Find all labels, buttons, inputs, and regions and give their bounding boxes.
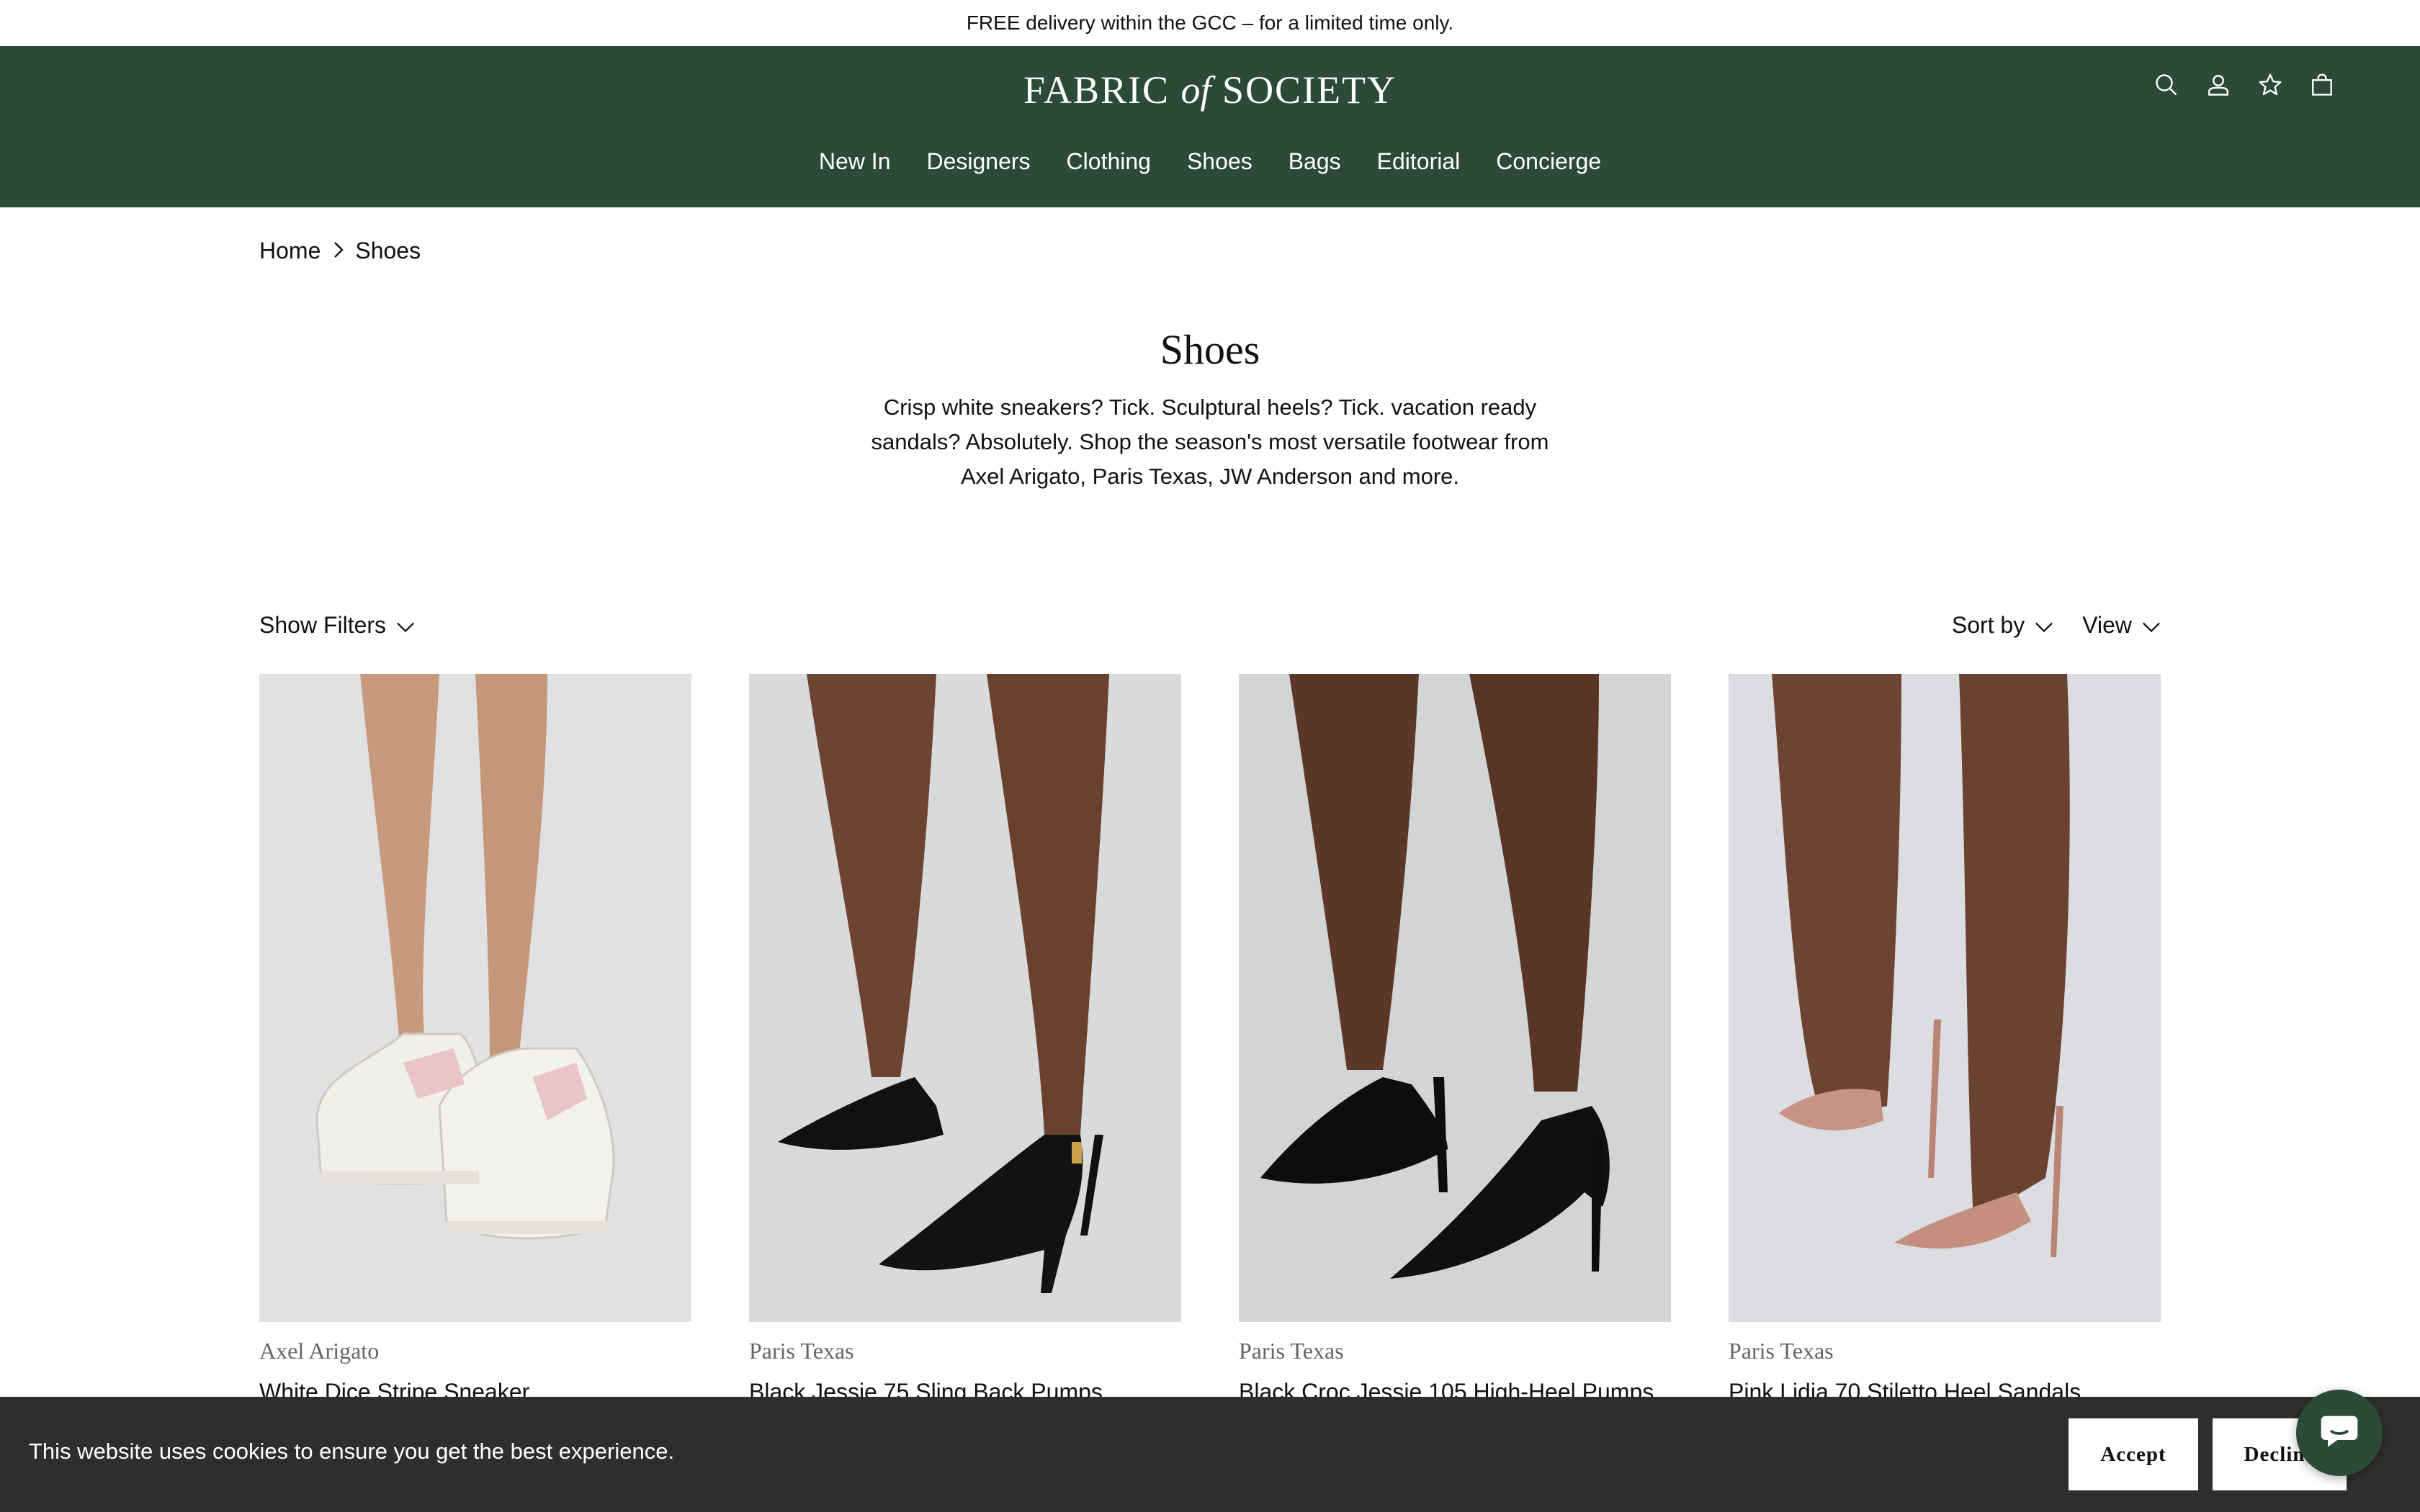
breadcrumb: Home Shoes — [259, 238, 421, 264]
nav-clothing[interactable]: Clothing — [1067, 148, 1151, 175]
chat-bubble-icon — [2316, 1408, 2362, 1458]
sort-view-controls: Sort by View — [1952, 612, 2161, 639]
accept-cookies-button[interactable]: Accept — [2069, 1418, 2198, 1490]
product-image[interactable] — [1239, 674, 1671, 1322]
chevron-right-icon — [331, 238, 345, 264]
chevron-down-icon — [2035, 612, 2053, 639]
chat-button[interactable] — [2296, 1390, 2383, 1476]
cookie-message: This website uses cookies to ensure you … — [29, 1439, 675, 1464]
announcement-bar: FREE delivery within the GCC – for a lim… — [0, 0, 2420, 46]
nav-shoes[interactable]: Shoes — [1187, 148, 1252, 175]
cookie-banner: This website uses cookies to ensure you … — [0, 1397, 2420, 1512]
nav-bags[interactable]: Bags — [1289, 148, 1341, 175]
product-brand: Paris Texas — [1729, 1338, 1834, 1364]
shopping-bag-icon[interactable] — [2309, 72, 2335, 98]
wishlist-star-icon[interactable] — [2257, 72, 2283, 98]
product-brand: Axel Arigato — [259, 1338, 380, 1364]
site-logo[interactable]: FABRIC of SOCIETY — [0, 68, 2420, 112]
announcement-text: FREE delivery within the GCC – for a lim… — [966, 12, 1454, 34]
product-image[interactable] — [1729, 674, 2161, 1322]
view-label: View — [2082, 612, 2132, 638]
product-card[interactable]: Paris Texas Black Croc Jessie 105 High-H… — [1239, 674, 1671, 1405]
breadcrumb-home[interactable]: Home — [259, 238, 321, 264]
nav-editorial[interactable]: Editorial — [1377, 148, 1461, 175]
category-description: Crisp white sneakers? Tick. Sculptural h… — [871, 395, 1549, 489]
main-nav: New In Designers Clothing Shoes Bags Edi… — [0, 148, 2420, 175]
chevron-down-icon — [2142, 612, 2161, 639]
chevron-down-icon — [396, 612, 415, 639]
product-image[interactable] — [749, 674, 1181, 1322]
site-header: FABRIC of SOCIETY New In Designers Cloth… — [0, 46, 2420, 207]
sort-by-dropdown[interactable]: Sort by — [1952, 612, 2053, 639]
search-icon[interactable] — [2154, 72, 2179, 98]
nav-concierge[interactable]: Concierge — [1496, 148, 1601, 175]
product-brand: Paris Texas — [1239, 1338, 1344, 1364]
product-brand: Paris Texas — [749, 1338, 854, 1364]
account-icon[interactable] — [2205, 72, 2231, 98]
show-filters-button[interactable]: Show Filters — [259, 612, 415, 639]
breadcrumb-current: Shoes — [355, 238, 421, 264]
nav-designers[interactable]: Designers — [926, 148, 1030, 175]
header-icons — [2154, 72, 2335, 98]
view-dropdown[interactable]: View — [2082, 612, 2161, 639]
product-image[interactable] — [259, 674, 691, 1322]
product-card[interactable]: Paris Texas Black Jessie 75 Sling Back P… — [749, 674, 1181, 1405]
nav-new-in[interactable]: New In — [819, 148, 891, 175]
logo-word-fabric: FABRIC — [1023, 68, 1170, 112]
sort-by-label: Sort by — [1951, 612, 2025, 638]
product-card[interactable]: Paris Texas Pink Lidia 70 Stiletto Heel … — [1729, 674, 2161, 1405]
product-card[interactable]: Axel Arigato White Dice Stripe Sneaker — [259, 674, 691, 1405]
show-filters-label: Show Filters — [259, 612, 387, 638]
logo-word-society: SOCIETY — [1222, 68, 1397, 112]
page-title: Shoes — [1160, 326, 1260, 373]
logo-word-of: of — [1180, 68, 1211, 112]
